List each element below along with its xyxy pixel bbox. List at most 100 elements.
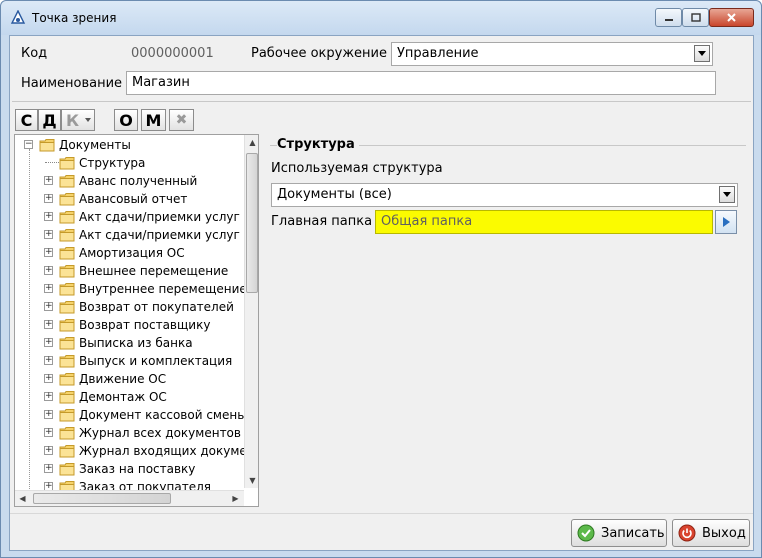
environment-dropdown-button[interactable] bbox=[694, 45, 710, 62]
tree-item[interactable]: + Амортизация ОС bbox=[15, 244, 243, 262]
tree-item[interactable]: + Журнал всех документов bbox=[15, 424, 243, 442]
folder-icon bbox=[59, 444, 75, 458]
expand-icon[interactable]: + bbox=[44, 446, 53, 455]
exit-button[interactable]: Выход bbox=[672, 519, 750, 547]
folder-icon bbox=[59, 174, 75, 188]
expand-icon[interactable]: + bbox=[44, 194, 53, 203]
window-title: Точка зрения bbox=[32, 11, 117, 25]
toolbar-button-k[interactable]: К bbox=[61, 109, 95, 131]
environment-select[interactable]: Управление bbox=[391, 42, 713, 66]
close-window-button[interactable] bbox=[709, 8, 754, 27]
scroll-down-button[interactable]: ▼ bbox=[245, 473, 258, 488]
form-client-area: Код 0000000001 Рабочее окружение Управле… bbox=[9, 35, 754, 551]
main-folder-select-button[interactable] bbox=[715, 210, 737, 234]
folder-icon bbox=[59, 264, 75, 278]
tree-item-label: Демонтаж ОС bbox=[79, 390, 167, 404]
expand-icon[interactable]: + bbox=[44, 464, 53, 473]
tree-vertical-scrollbar[interactable]: ▲ ▼ bbox=[244, 135, 258, 488]
expand-icon[interactable]: + bbox=[44, 392, 53, 401]
tree-item[interactable]: + Документ кассовой смены bbox=[15, 406, 247, 424]
minimize-button[interactable] bbox=[655, 8, 682, 27]
tree-item-root[interactable]: − Документы bbox=[15, 136, 243, 154]
tree-item[interactable]: + Возврат от покупателей bbox=[15, 298, 243, 316]
used-structure-select[interactable]: Документы (все) bbox=[271, 183, 738, 207]
main-window: Точка зрения Код 0000000001 Рабочее окру… bbox=[0, 0, 762, 558]
folder-icon bbox=[59, 390, 75, 404]
delete-icon: ✖ bbox=[175, 112, 188, 128]
toolbar-button-o-label: О bbox=[119, 110, 133, 130]
folder-icon bbox=[59, 408, 75, 422]
chevron-down-icon bbox=[723, 192, 731, 197]
tree-item[interactable]: + Выпуск и комплектация bbox=[15, 352, 243, 370]
expand-icon[interactable]: + bbox=[44, 176, 53, 185]
name-field[interactable]: Магазин bbox=[126, 71, 716, 95]
save-button[interactable]: Записать bbox=[571, 519, 667, 547]
chevron-down-icon bbox=[698, 51, 706, 56]
tree-item[interactable]: + Возврат поставщику bbox=[15, 316, 243, 334]
expand-icon[interactable]: + bbox=[44, 230, 53, 239]
folder-icon bbox=[59, 318, 75, 332]
expand-icon[interactable]: + bbox=[44, 338, 53, 347]
expand-icon[interactable]: + bbox=[44, 248, 53, 257]
scroll-thumb[interactable] bbox=[33, 493, 171, 504]
toolbar-button-k-label: К bbox=[66, 110, 80, 130]
tree-item-label: Внешнее перемещение bbox=[79, 264, 229, 278]
scroll-thumb[interactable] bbox=[246, 153, 258, 293]
expand-icon[interactable]: + bbox=[44, 266, 53, 275]
footer-divider bbox=[10, 513, 753, 514]
save-button-label: Записать bbox=[601, 525, 665, 541]
tree-item-label: Амортизация ОС bbox=[79, 246, 185, 260]
toolbar-button-d[interactable]: Д bbox=[38, 109, 61, 131]
scroll-right-button[interactable]: ▶ bbox=[228, 491, 243, 506]
scroll-up-button[interactable]: ▲ bbox=[245, 135, 258, 150]
folder-tree[interactable]: − Документы Структура + Аванс полученный + Ава… bbox=[14, 134, 259, 507]
tree-item-label: Акт сдачи/приемки услуг (вх bbox=[79, 210, 259, 224]
title-bar[interactable]: Точка зрения bbox=[1, 1, 761, 35]
tree-item[interactable]: + Движение ОС bbox=[15, 370, 243, 388]
tree-item-label: Авансовый отчет bbox=[79, 192, 188, 206]
toolbar-button-c[interactable]: С bbox=[15, 109, 38, 131]
maximize-button[interactable] bbox=[682, 8, 709, 27]
expand-icon[interactable]: + bbox=[44, 428, 53, 437]
scroll-left-button[interactable]: ◀ bbox=[15, 491, 30, 506]
tree-item-label: Структура bbox=[79, 156, 146, 170]
tree-item[interactable]: + Заказ на поставку bbox=[15, 460, 243, 478]
tree-item[interactable]: + Внешнее перемещение bbox=[15, 262, 243, 280]
expand-icon[interactable]: + bbox=[44, 374, 53, 383]
expand-icon[interactable]: + bbox=[44, 212, 53, 221]
power-off-icon bbox=[678, 524, 696, 542]
folder-icon bbox=[59, 228, 75, 242]
main-folder-field[interactable]: Общая папка bbox=[375, 210, 713, 234]
environment-value: Управление bbox=[397, 46, 479, 61]
tree-connector bbox=[45, 162, 59, 163]
checkmark-icon bbox=[577, 524, 595, 542]
tree-item[interactable]: + Акт сдачи/приемки услуг (вх bbox=[15, 208, 258, 226]
expand-icon[interactable]: + bbox=[44, 410, 53, 419]
tree-item-label: Аванс полученный bbox=[79, 174, 198, 188]
structure-group-title: Структура bbox=[277, 137, 359, 152]
expand-icon[interactable]: + bbox=[44, 320, 53, 329]
toolbar-button-o[interactable]: О bbox=[114, 109, 138, 131]
tree-item[interactable]: + Выписка из банка bbox=[15, 334, 243, 352]
tree-item[interactable]: + Журнал входящих документ bbox=[15, 442, 258, 460]
tree-item[interactable]: Структура bbox=[15, 154, 243, 172]
tree-item[interactable]: + Акт сдачи/приемки услуг (ис bbox=[15, 226, 258, 244]
toolbar-delete-button[interactable]: ✖ bbox=[169, 109, 194, 131]
tree-item-label: Акт сдачи/приемки услуг (ис bbox=[79, 228, 259, 242]
used-structure-dropdown-button[interactable] bbox=[719, 186, 735, 203]
expand-icon[interactable]: + bbox=[44, 284, 53, 293]
toolbar-button-c-label: С bbox=[20, 110, 33, 130]
tree-item-label: Журнал всех документов bbox=[79, 426, 241, 440]
used-structure-label: Используемая структура bbox=[271, 161, 443, 176]
tree-item[interactable]: + Аванс полученный bbox=[15, 172, 243, 190]
expand-icon[interactable]: + bbox=[44, 356, 53, 365]
tree-horizontal-scrollbar[interactable]: ◀ ▶ bbox=[15, 490, 244, 506]
tree-item[interactable]: + Демонтаж ОС bbox=[15, 388, 243, 406]
tree-item[interactable]: + Внутреннее перемещение bbox=[15, 280, 247, 298]
collapse-icon[interactable]: − bbox=[24, 140, 33, 149]
environment-label: Рабочее окружение bbox=[251, 46, 387, 61]
toolbar-button-m[interactable]: М bbox=[141, 109, 166, 131]
arrow-right-icon bbox=[722, 217, 730, 227]
tree-item[interactable]: + Авансовый отчет bbox=[15, 190, 243, 208]
expand-icon[interactable]: + bbox=[44, 302, 53, 311]
